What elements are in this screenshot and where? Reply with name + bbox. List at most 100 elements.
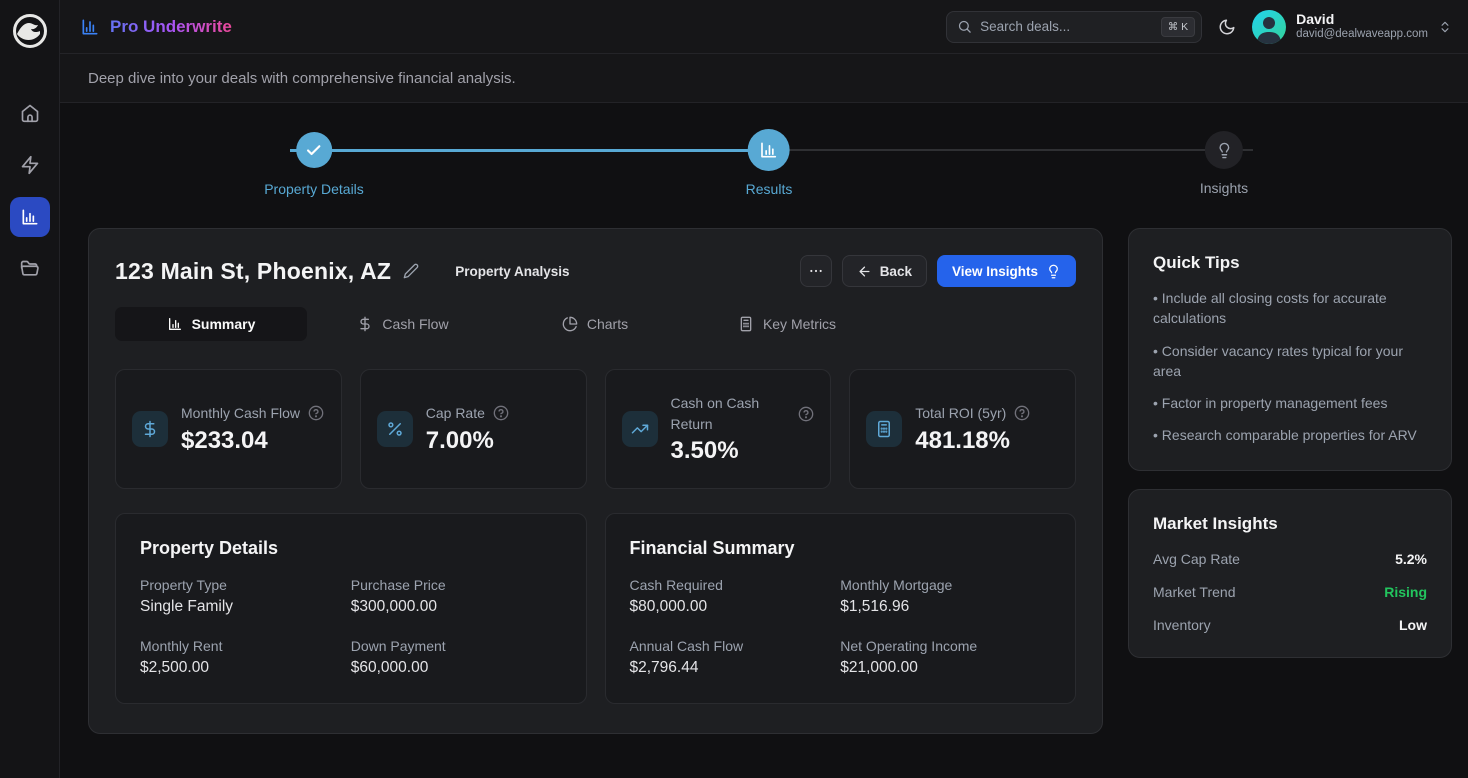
user-menu[interactable]: David david@dealwaveapp.com [1252,10,1452,44]
metric-label: Cap Rate [426,403,485,423]
step-insights[interactable]: Insights [1200,131,1248,196]
view-insights-button[interactable]: View Insights [937,255,1076,287]
tab-label: Cash Flow [382,316,448,332]
help-circle-icon[interactable] [798,406,814,422]
app-logo[interactable] [12,13,48,49]
step-upcoming-circle [1205,131,1243,169]
tab-label: Key Metrics [763,316,836,332]
right-sidebar: Quick Tips • Include all closing costs f… [1128,228,1452,658]
field-label: Monthly Rent [140,638,351,654]
edit-address-button[interactable] [403,263,419,279]
analysis-header: 123 Main St, Phoenix, AZ Property Analys… [115,255,1076,287]
sidebar-item-analysis[interactable] [10,197,50,237]
stepper-connector-upcoming [769,149,1253,151]
metric-value: 7.00% [426,427,570,455]
metric-body: Monthly Cash Flow $233.04 [181,403,325,454]
header-actions: Back View Insights [800,255,1076,287]
analysis-tabs: Summary Cash Flow Charts [115,307,1076,341]
zap-icon [20,155,40,175]
user-meta: David david@dealwaveapp.com [1296,11,1428,42]
help-circle-icon[interactable] [1014,405,1030,421]
insight-label: Inventory [1153,617,1211,633]
metric-cap-rate: Cap Rate 7.00% [360,369,587,489]
field-purchase-price: Purchase Price $300,000.00 [351,577,562,616]
tab-charts[interactable]: Charts [499,307,691,341]
field-label: Net Operating Income [840,638,1051,654]
tab-cash-flow[interactable]: Cash Flow [307,307,499,341]
metric-monthly-cash-flow: Monthly Cash Flow $233.04 [115,369,342,489]
metric-value: $233.04 [181,427,325,455]
wave-logo-icon [12,13,48,49]
brand-chart-icon [80,17,100,37]
help-circle-icon[interactable] [308,405,324,421]
topbar: Pro Underwrite ⌘ K David [60,0,1468,54]
metric-label: Monthly Cash Flow [181,403,300,423]
ellipsis-icon [808,263,824,279]
check-icon [306,142,323,159]
field-monthly-rent: Monthly Rent $2,500.00 [140,638,351,677]
field-monthly-mortgage: Monthly Mortgage $1,516.96 [840,577,1051,616]
step-complete-circle [296,132,332,168]
back-button-label: Back [880,264,912,279]
help-circle-icon[interactable] [493,405,509,421]
metric-body: Cash on Cash Return 3.50% [671,393,815,465]
insight-avg-cap-rate: Avg Cap Rate 5.2% [1153,551,1427,567]
sidebar-item-home[interactable] [10,93,50,133]
page-subtitle: Deep dive into your deals with comprehen… [88,70,516,87]
tab-summary[interactable]: Summary [115,307,307,341]
field-annual-cash-flow: Annual Cash Flow $2,796.44 [630,638,841,677]
quick-tip: • Research comparable properties for ARV [1153,425,1427,445]
calculator-icon [738,316,754,332]
quick-tips-card: Quick Tips • Include all closing costs f… [1128,228,1452,471]
quick-tip: • Consider vacancy rates typical for you… [1153,341,1427,382]
field-label: Purchase Price [351,577,562,593]
trending-up-icon [622,411,658,447]
metric-total-roi: Total ROI (5yr) 481.18% [849,369,1076,489]
more-options-button[interactable] [800,255,832,287]
step-label: Insights [1200,180,1248,196]
property-details-title: Property Details [140,538,562,559]
metric-label: Cash on Cash Return [671,393,791,434]
field-value: $2,796.44 [630,659,841,677]
insight-market-trend: Market Trend Rising [1153,584,1427,600]
tab-label: Summary [192,316,256,332]
metric-body: Total ROI (5yr) 481.18% [915,403,1059,454]
search-icon [957,19,972,34]
left-rail [0,0,60,778]
financial-summary-title: Financial Summary [630,538,1052,559]
bar-chart-icon [167,316,183,332]
deal-address-title: 123 Main St, Phoenix, AZ [115,258,391,285]
metric-value: 3.50% [671,437,815,465]
back-button[interactable]: Back [842,255,927,287]
user-email: david@dealwaveapp.com [1296,28,1428,42]
analysis-card: 123 Main St, Phoenix, AZ Property Analys… [88,228,1103,734]
pencil-icon [403,263,419,279]
folder-open-icon [20,259,40,279]
bar-chart-icon [759,140,779,160]
search-box[interactable]: ⌘ K [946,11,1202,43]
dark-mode-toggle[interactable] [1218,18,1236,36]
step-property-details[interactable]: Property Details [264,132,364,197]
property-details-card: Property Details Property Type Single Fa… [115,513,587,704]
chevrons-up-down-icon [1438,20,1452,34]
market-insights-title: Market Insights [1153,514,1427,534]
field-value: $2,500.00 [140,659,351,677]
pie-chart-icon [562,316,578,332]
step-label: Results [746,181,793,197]
insight-inventory: Inventory Low [1153,617,1427,633]
sidebar-item-deals[interactable] [10,249,50,289]
tab-label: Charts [587,316,628,332]
dollar-sign-icon [132,411,168,447]
quick-tip: • Include all closing costs for accurate… [1153,288,1427,329]
sidebar-item-quick-analyze[interactable] [10,145,50,185]
search-input[interactable] [980,19,1153,34]
details-row: Property Details Property Type Single Fa… [115,513,1076,704]
step-results[interactable]: Results [746,129,793,197]
field-label: Property Type [140,577,351,593]
financial-summary-card: Financial Summary Cash Required $80,000.… [605,513,1077,704]
metric-body: Cap Rate 7.00% [426,403,570,454]
quick-tips-title: Quick Tips [1153,253,1427,273]
tab-key-metrics[interactable]: Key Metrics [691,307,883,341]
field-down-payment: Down Payment $60,000.00 [351,638,562,677]
analysis-badge: Property Analysis [455,264,569,279]
